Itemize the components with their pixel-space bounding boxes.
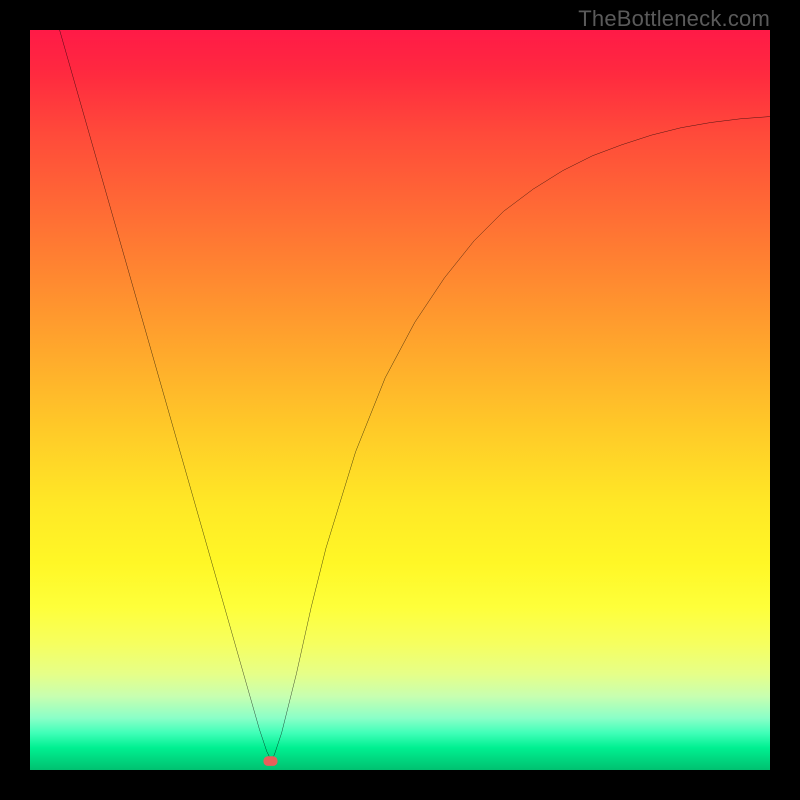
watermark-text: TheBottleneck.com	[578, 6, 770, 32]
optimum-marker	[263, 756, 277, 766]
bottleneck-curve	[60, 30, 770, 759]
plot-area	[30, 30, 770, 770]
chart-frame: TheBottleneck.com	[0, 0, 800, 800]
chart-svg	[30, 30, 770, 770]
